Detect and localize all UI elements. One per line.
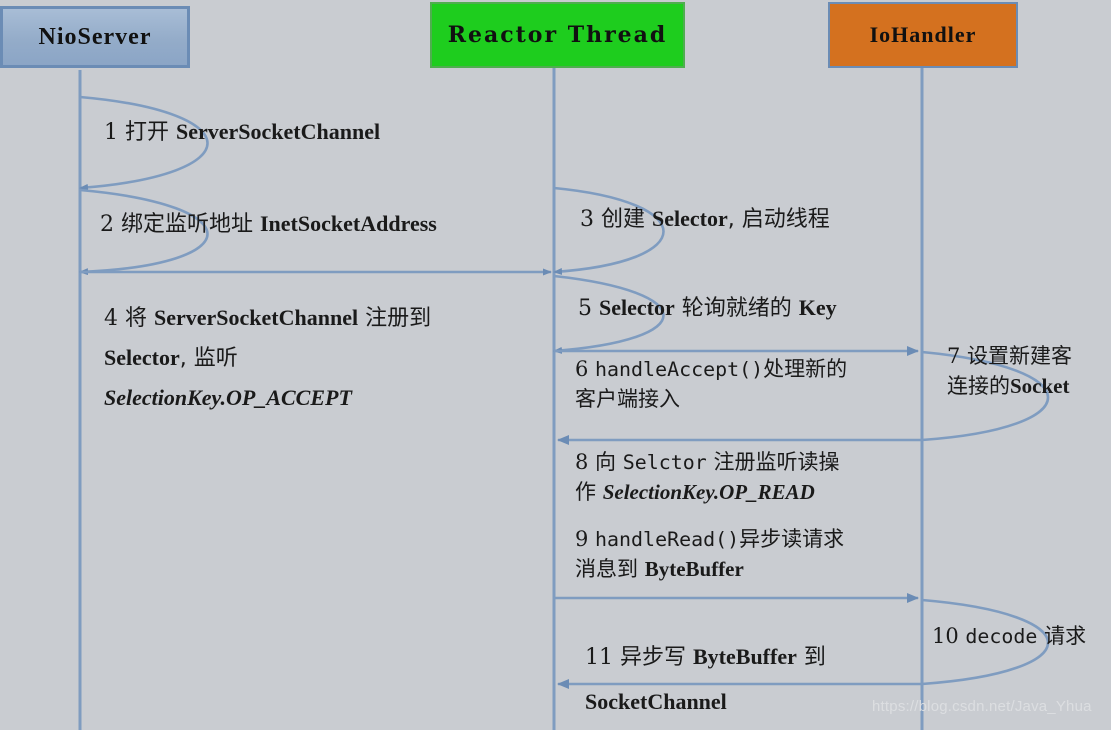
watermark: https://blog.csdn.net/Java_Yhua [872, 698, 1092, 715]
participant-iohandler-label: IoHandler [869, 22, 977, 47]
participant-reactor[interactable]: Reactor Thread [430, 2, 685, 68]
message-label-4: 4 将 ServerSocketChannel 注册到 Selector, 监听 S… [104, 305, 432, 411]
message-label-9: 9 handleRead()异步读请求 消息到 ByteBuffer [575, 527, 845, 581]
message-label-3: 3 创建 Selector, 启动线程 [580, 206, 830, 232]
message-label-7: 7 设置新建客 连接的Socket [947, 344, 1073, 398]
message-label-1: 1 打开 ServerSocketChannel [104, 119, 381, 145]
message-label-10: 10 decode 请求 [932, 624, 1087, 648]
message-label-6: 6 handleAccept()处理新的 客户端接入 [575, 357, 848, 411]
message-label-5: 5 Selector 轮询就绪的 Key [578, 295, 837, 321]
participant-iohandler[interactable]: IoHandler [828, 2, 1018, 68]
participant-nioserver-label: NioServer [38, 23, 152, 50]
participant-reactor-label: Reactor Thread [447, 22, 668, 48]
message-label-2: 2 绑定监听地址 InetSocketAddress [100, 211, 437, 237]
participant-nioserver[interactable]: NioServer [0, 6, 190, 68]
message-label-8: 8 向 Selctor 注册监听读操作 SelectionKey.OP_READ [575, 450, 840, 504]
message-label-11: 11 异步写 ByteBuffer 到 SocketChannel [585, 644, 826, 714]
